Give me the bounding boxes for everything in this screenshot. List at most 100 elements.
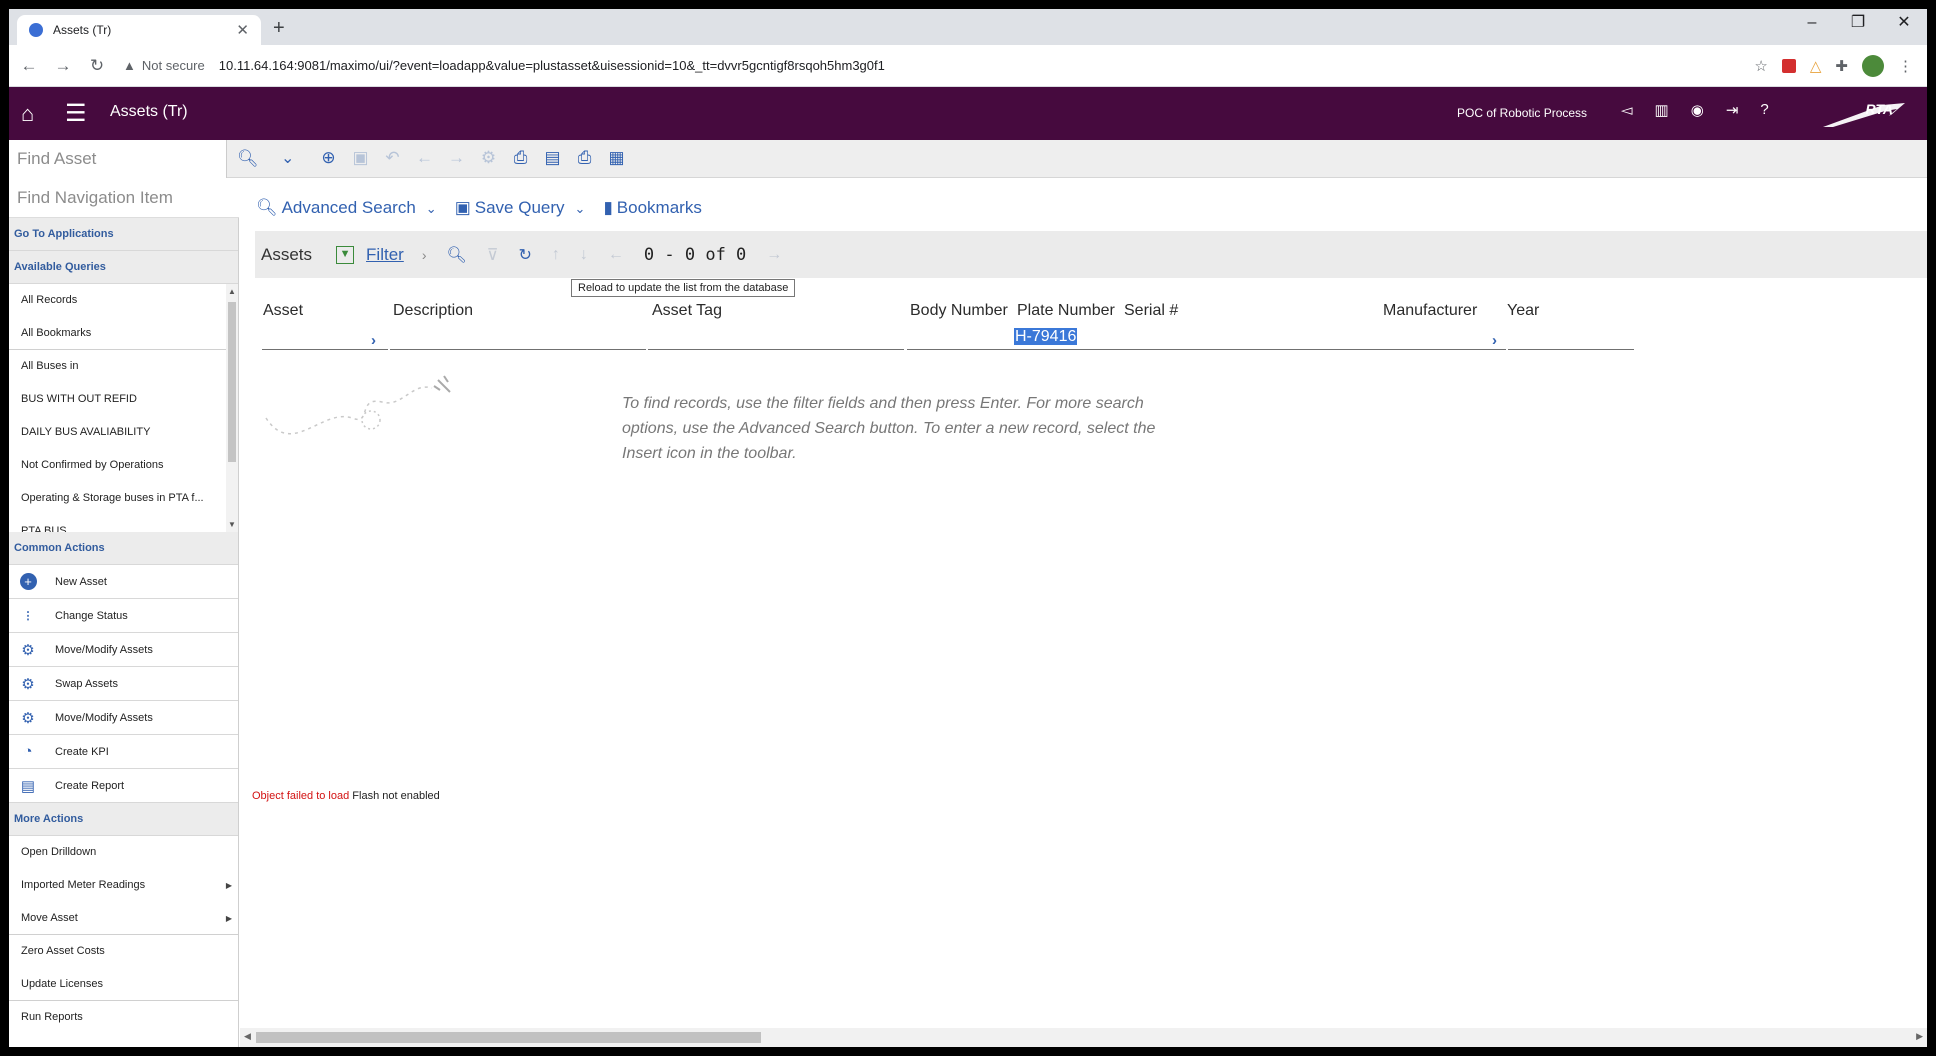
previous-record-icon[interactable]: ←	[415, 148, 434, 168]
find-asset-input[interactable]	[9, 140, 227, 178]
action-swap-assets[interactable]: ⚙ Swap Assets	[9, 667, 238, 701]
export-icon[interactable]: ▦	[607, 148, 626, 168]
search-icon[interactable]: 🔍︎	[446, 245, 466, 265]
column-header-asset[interactable]: Asset	[263, 302, 303, 320]
pdf-extension-icon[interactable]	[1781, 58, 1796, 73]
column-header-description[interactable]: Description	[393, 302, 473, 320]
acrobat-icon[interactable]: △	[1810, 57, 1822, 75]
print-icon[interactable]: ⎙	[511, 148, 530, 168]
next-record-icon[interactable]: →	[447, 148, 466, 168]
more-item[interactable]: Open Drilldown	[9, 836, 238, 869]
document-icon[interactable]: ▤	[543, 148, 562, 168]
more-item[interactable]: Run Reports	[9, 1001, 238, 1034]
search-icon[interactable]: 🔍︎	[237, 149, 259, 169]
advanced-search-button[interactable]: 🔍︎ Advanced Search ⌄	[256, 198, 437, 218]
available-queries-header[interactable]: Available Queries	[9, 251, 238, 284]
column-header-plate-number[interactable]: Plate Number	[1017, 302, 1115, 320]
previous-page-icon[interactable]: ←	[608, 246, 624, 264]
clear-filter-icon[interactable]: ⊽	[487, 245, 499, 265]
query-item[interactable]: All Bookmarks	[9, 317, 238, 350]
more-item[interactable]: Zero Asset Costs	[9, 935, 238, 968]
query-item[interactable]: DAILY BUS AVALIABILITY	[9, 416, 238, 449]
scroll-thumb[interactable]	[256, 1032, 761, 1043]
undo-icon[interactable]: ↶	[383, 148, 402, 168]
action-change-status[interactable]: ⁝ Change Status	[9, 599, 238, 633]
extensions-puzzle-icon[interactable]: ✚	[1835, 57, 1848, 75]
action-create-kpi[interactable]: ◔ Create KPI	[9, 735, 238, 769]
action-move-modify-2[interactable]: ⚙ Move/Modify Assets	[9, 701, 238, 735]
more-item[interactable]: Imported Meter Readings ▶	[9, 869, 238, 902]
queries-scrollbar[interactable]: ▲ ▼	[226, 284, 238, 532]
browser-tab[interactable]: Assets (Tr) ✕	[17, 15, 261, 45]
action-create-report[interactable]: ▤ Create Report	[9, 769, 238, 803]
chevron-down-icon[interactable]: ⌄	[281, 148, 294, 168]
arrow-down-icon[interactable]: ↓	[580, 246, 588, 264]
expand-arrow-icon[interactable]: ›	[422, 247, 427, 263]
query-item[interactable]: PTA BUS	[9, 515, 238, 532]
column-header-year[interactable]: Year	[1507, 302, 1539, 320]
scroll-down-icon[interactable]: ▼	[228, 520, 236, 529]
bookmarks-button[interactable]: ▮ Bookmarks	[603, 198, 701, 218]
chevron-down-icon[interactable]: ⌄	[575, 201, 586, 216]
horizontal-scrollbar[interactable]: ◀ ▶	[240, 1028, 1927, 1047]
bookmark-star-icon[interactable]: ☆	[1754, 57, 1767, 75]
column-header-asset-tag[interactable]: Asset Tag	[652, 302, 722, 320]
plate-number-value[interactable]: H-79416	[1014, 328, 1078, 345]
browser-menu-icon[interactable]: ⋮	[1898, 57, 1913, 75]
query-item[interactable]: Not Confirmed by Operations	[9, 449, 238, 482]
find-navigation-input[interactable]	[9, 178, 239, 218]
more-actions-header[interactable]: More Actions	[9, 803, 238, 836]
save-query-button[interactable]: ▣ Save Query ⌄	[455, 198, 586, 218]
profile-avatar[interactable]	[1862, 54, 1884, 77]
save-icon[interactable]: ▣	[351, 148, 370, 168]
scroll-right-icon[interactable]: ▶	[1916, 1031, 1923, 1042]
column-header-body-number[interactable]: Body Number	[910, 302, 1008, 320]
url-field[interactable]: ▲ Not secure 10.11.64.164:9081/maximo/ui…	[123, 51, 1754, 81]
asset-tag-filter-field[interactable]	[648, 328, 904, 350]
restore-button[interactable]: ❐	[1835, 9, 1881, 39]
back-arrow-icon[interactable]: ←	[15, 56, 43, 76]
asset-filter-field[interactable]	[262, 328, 388, 350]
reload-icon[interactable]: ↻	[83, 56, 111, 76]
refresh-icon[interactable]: ↻	[519, 245, 532, 265]
chevron-down-icon[interactable]: ⌄	[426, 201, 437, 216]
chevron-right-icon[interactable]: ›	[1492, 332, 1497, 349]
action-move-modify[interactable]: ⚙ Move/Modify Assets	[9, 633, 238, 667]
home-icon[interactable]: ⌂	[21, 101, 34, 127]
description-filter-field[interactable]	[390, 328, 646, 350]
manufacturer-filter-field[interactable]	[1380, 328, 1506, 350]
user-profile-icon[interactable]: ◉	[1691, 101, 1704, 119]
query-item[interactable]: All Buses in	[9, 350, 238, 383]
more-item[interactable]: Move Asset ▶	[9, 902, 238, 935]
close-window-button[interactable]: ✕	[1881, 9, 1927, 39]
column-header-manufacturer[interactable]: Manufacturer	[1383, 302, 1477, 320]
hamburger-menu-icon[interactable]: ☰	[65, 99, 87, 128]
query-item[interactable]: All Records	[9, 284, 238, 317]
url-text[interactable]: 10.11.64.164:9081/maximo/ui/?event=loada…	[219, 58, 885, 73]
print-report-icon[interactable]: ⎙	[575, 148, 594, 168]
arrow-up-icon[interactable]: ↑	[552, 246, 560, 264]
new-tab-button[interactable]: +	[273, 17, 285, 40]
help-icon[interactable]: ?	[1760, 101, 1768, 119]
chevron-right-icon[interactable]: ›	[371, 332, 376, 349]
filter-icon[interactable]: ▼	[336, 245, 355, 264]
query-item[interactable]: BUS WITH OUT REFID	[9, 383, 238, 416]
minimize-button[interactable]: –	[1789, 9, 1835, 39]
column-header-serial[interactable]: Serial #	[1124, 302, 1178, 320]
scroll-up-icon[interactable]: ▲	[228, 287, 236, 296]
reports-chart-icon[interactable]: ▥	[1655, 101, 1669, 119]
year-filter-field[interactable]	[1508, 328, 1634, 350]
sign-out-icon[interactable]: ⇥	[1726, 101, 1739, 119]
common-actions-header[interactable]: Common Actions	[9, 532, 238, 565]
forward-arrow-icon[interactable]: →	[49, 56, 77, 76]
next-page-icon[interactable]: →	[766, 246, 782, 264]
action-new-asset[interactable]: + New Asset	[9, 565, 238, 599]
scroll-thumb[interactable]	[228, 302, 236, 462]
new-record-icon[interactable]: ⊕	[319, 148, 338, 168]
filter-link[interactable]: Filter	[366, 245, 404, 265]
query-item[interactable]: Operating & Storage buses in PTA f...	[9, 482, 238, 515]
close-tab-icon[interactable]: ✕	[236, 21, 249, 39]
workflow-icon[interactable]: ⚙	[479, 148, 498, 168]
go-to-applications[interactable]: Go To Applications	[9, 218, 238, 251]
more-item[interactable]: Update Licenses	[9, 968, 238, 1001]
